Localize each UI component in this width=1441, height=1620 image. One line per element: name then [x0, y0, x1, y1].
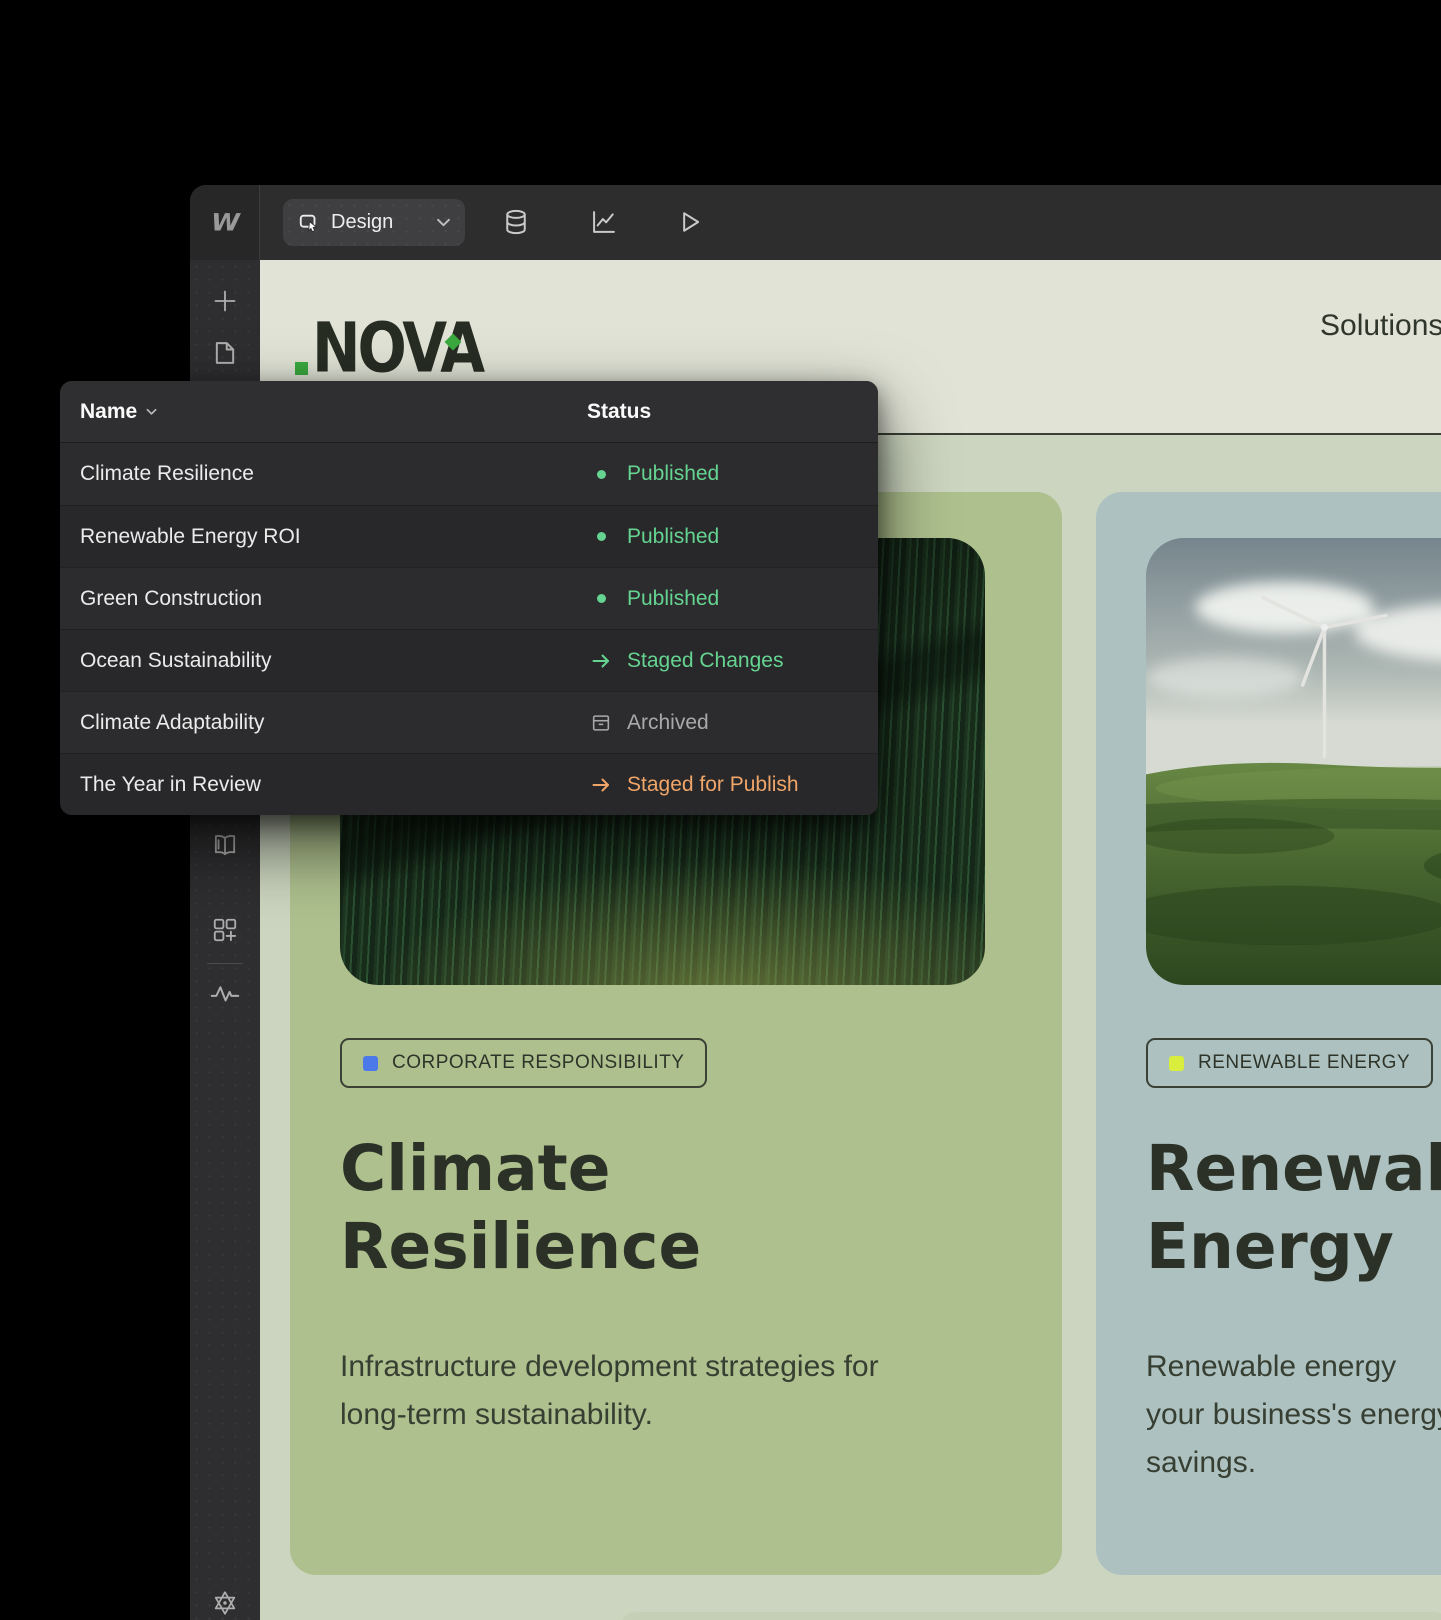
tag-swatch [363, 1055, 378, 1071]
cms-row[interactable]: Climate Resilience Published [60, 443, 878, 505]
nav-item-solutions[interactable]: Solutions [1320, 309, 1441, 343]
cms-row[interactable]: Climate Adaptability Archived [60, 691, 878, 753]
analytics-icon[interactable] [590, 208, 618, 236]
row-status: Staged for Publish [588, 772, 799, 798]
wind-turbines-image [1146, 538, 1441, 985]
preview-play-icon[interactable] [676, 208, 704, 236]
dot-icon [588, 461, 614, 487]
row-status: Published [588, 586, 719, 612]
sort-chevron-down-icon [146, 408, 157, 415]
library-book-icon[interactable] [211, 831, 239, 859]
card-title: Renewable Energy [1146, 1132, 1441, 1283]
cms-row[interactable]: Ocean Sustainability Staged Changes [60, 629, 878, 691]
cms-table-header: Name Status [60, 381, 878, 443]
card-title: Climate Resilience [340, 1132, 702, 1283]
cms-row[interactable]: The Year in Review Staged for Publish [60, 753, 878, 815]
design-mode-label: Design [331, 211, 394, 233]
row-name: Green Construction [80, 586, 263, 610]
sidebar-divider [207, 963, 243, 964]
logo-dot-accent [295, 362, 308, 375]
card-description: Infrastructure development strategies fo… [340, 1350, 879, 1431]
pages-icon[interactable] [211, 339, 239, 367]
select-cursor-icon [299, 214, 318, 232]
site-logo[interactable]: NOVA [295, 300, 525, 382]
top-toolbar: W Design [190, 185, 1441, 260]
row-status: Published [588, 461, 719, 487]
row-status: Staged Changes [588, 648, 783, 674]
row-status: Published [588, 524, 719, 550]
status-column-header: Status [587, 399, 652, 423]
name-column-header: Name [80, 399, 138, 423]
row-status: Archived [588, 710, 709, 736]
row-name: Climate Resilience [80, 462, 254, 485]
screenshot-stage: W Design NOVA Solutions CORPORATE RESPON… [0, 0, 1441, 1620]
row-name: Climate Adaptability [80, 710, 265, 734]
category-tag: RENEWABLE ENERGY [1146, 1038, 1434, 1088]
add-element-icon[interactable] [211, 287, 239, 315]
settings-gear-icon[interactable] [211, 1589, 239, 1617]
activity-pulse-icon[interactable] [210, 979, 240, 1007]
webflow-logo-button[interactable]: W [190, 185, 260, 260]
status-label: Staged for Publish [627, 772, 799, 796]
row-name: The Year in Review [80, 772, 261, 796]
card-description: Renewable energy your business's energy … [1146, 1350, 1441, 1479]
dot-icon [588, 524, 614, 550]
cms-collection-panel: Name Status Climate Resilience Published R… [60, 381, 878, 815]
chevron-down-icon [437, 218, 450, 227]
name-column-sort[interactable]: Name [80, 400, 157, 424]
cms-row[interactable]: Green Construction Published [60, 567, 878, 629]
article-card-renewable-energy[interactable]: RENEWABLE ENERGY Renewable Energy Renewa… [1096, 492, 1441, 1575]
archive-box-icon [588, 710, 614, 736]
components-add-icon[interactable] [211, 916, 239, 944]
row-name: Renewable Energy ROI [80, 524, 301, 548]
next-section-hint [620, 1612, 1441, 1620]
cms-table-body: Climate Resilience Published Renewable Ene… [60, 443, 878, 815]
row-name: Ocean Sustainability [80, 648, 272, 672]
design-mode-button[interactable]: Design [283, 199, 465, 246]
category-tag: CORPORATE RESPONSIBILITY [340, 1038, 708, 1088]
cms-database-icon[interactable] [502, 208, 530, 236]
tag-label: CORPORATE RESPONSIBILITY [392, 1052, 685, 1073]
tag-label: RENEWABLE ENERGY [1198, 1052, 1411, 1073]
cms-row[interactable]: Renewable Energy ROI Published [60, 505, 878, 567]
status-label: Published [627, 462, 720, 485]
tag-swatch [1169, 1055, 1184, 1071]
status-label: Published [627, 586, 720, 610]
status-label: Archived [627, 710, 709, 734]
logo-wordmark: NOVA [312, 307, 485, 388]
dot-icon [588, 586, 614, 612]
arrow-right-icon [588, 648, 614, 674]
arrow-right-icon [588, 772, 614, 798]
status-label: Published [627, 524, 720, 548]
status-label: Staged Changes [627, 648, 784, 672]
webflow-logo-icon: W [208, 208, 241, 237]
